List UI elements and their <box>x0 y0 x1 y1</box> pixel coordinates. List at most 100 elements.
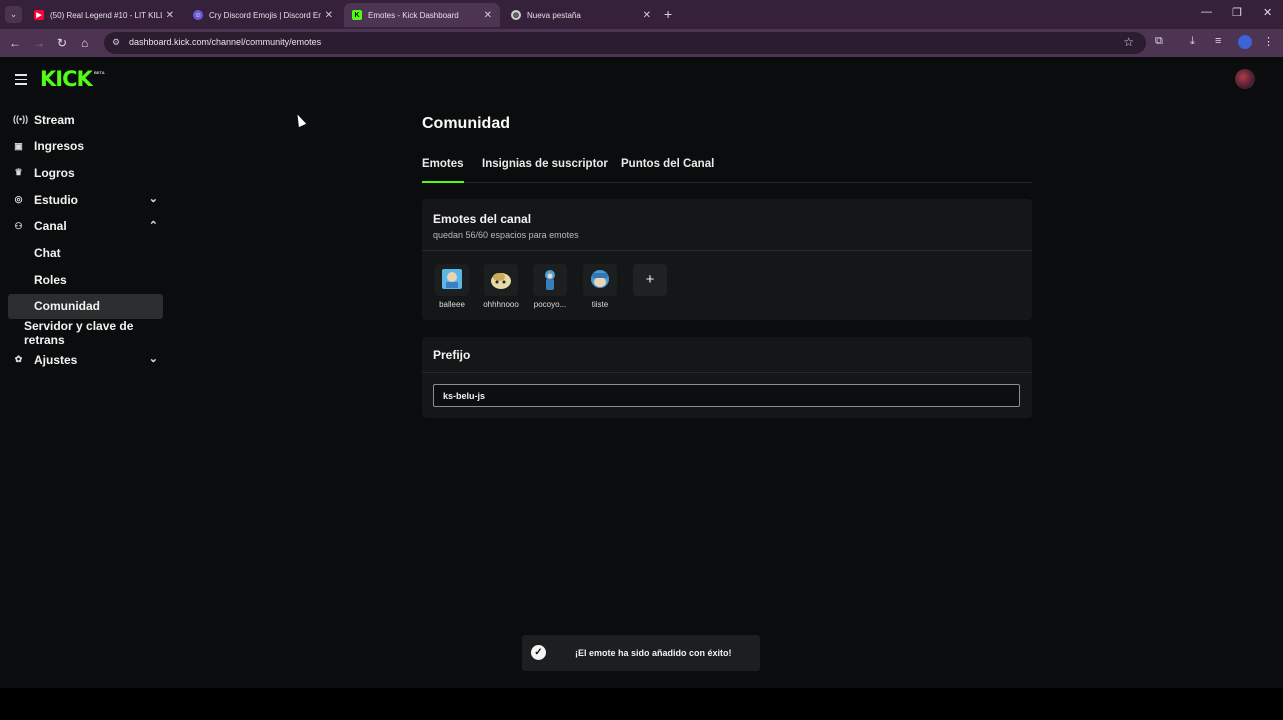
emote-image[interactable] <box>533 264 567 296</box>
user-avatar[interactable] <box>1235 69 1255 89</box>
media-icon[interactable]: ≡ <box>1215 35 1221 47</box>
discord-emoji-icon: ☺ <box>193 10 203 20</box>
sidebar-item-label: Comunidad <box>34 299 100 314</box>
add-emote-button[interactable]: + <box>633 264 667 296</box>
sidebar-item-ingresos[interactable]: ▣ Ingresos <box>8 134 163 159</box>
site-info-icon[interactable]: ⚙ <box>112 37 120 48</box>
emote-name: tiiste <box>591 300 609 309</box>
emote-name: balleee <box>439 300 465 309</box>
browser-toolbar: ← → ↻ ⌂ ⚙ dashboard.kick.com/channel/com… <box>0 29 1283 57</box>
chart-icon: ▣ <box>14 140 23 151</box>
tab-title: (50) Real Legend #10 - LIT KILL <box>50 10 162 20</box>
tab-title: Nueva pestaña <box>527 10 581 20</box>
sidebar-item-label: Estudio <box>34 192 78 207</box>
menu-dots-icon[interactable]: ⋮ <box>1263 35 1274 48</box>
tab-insignias[interactable]: Insignias de suscriptor <box>482 158 608 183</box>
success-toast: ✓ ¡El emote ha sido añadido con éxito! <box>522 635 760 671</box>
sidebar-item-comunidad[interactable]: Comunidad <box>8 293 163 319</box>
prefix-input[interactable] <box>433 384 1020 407</box>
emote-image[interactable] <box>435 264 469 296</box>
emote-item[interactable]: balleee <box>434 264 470 309</box>
emotes-card-header: Emotes del canal quedan 56/60 espacios p… <box>422 199 1032 251</box>
youtube-icon: ▶ <box>34 10 44 20</box>
browser-tab[interactable]: ☺ Cry Discord Emojis | Discord Em ✕ <box>185 3 341 27</box>
trophy-icon: ♛ <box>14 167 23 178</box>
sidebar-item-label: Ajustes <box>34 352 78 367</box>
emote-item[interactable]: ohhhnooo <box>483 264 519 309</box>
download-icon[interactable]: ⤓ <box>1190 35 1195 48</box>
back-icon[interactable]: ← <box>9 35 21 51</box>
address-bar[interactable]: ⚙ dashboard.kick.com/channel/community/e… <box>104 32 1146 54</box>
sidebar-item-label: Chat <box>34 245 61 260</box>
emotes-slots-remaining: quedan 56/60 espacios para emotes <box>433 230 579 240</box>
sidebar-item-label: Roles <box>34 272 67 287</box>
globe-icon: ◍ <box>511 10 521 20</box>
sidebar-item-label: Canal <box>34 219 67 234</box>
sidebar-item-label: Logros <box>34 165 75 180</box>
tab-search-icon[interactable]: ⌄ <box>5 6 22 23</box>
page-title: Comunidad <box>422 115 510 132</box>
channel-icon: ⚇ <box>14 220 23 231</box>
browser-tab-bar: ⌄ ▶ (50) Real Legend #10 - LIT KILL ✕ ☺ … <box>0 0 1283 29</box>
url-text[interactable]: dashboard.kick.com/channel/community/emo… <box>129 37 321 47</box>
kick-logo[interactable]: KICK <box>40 67 93 91</box>
prefix-card-title: Prefijo <box>433 348 471 362</box>
sidebar-item-label: Ingresos <box>34 139 85 154</box>
toast-message: ¡El emote ha sido añadido con éxito! <box>575 648 732 658</box>
sidebar-item-roles[interactable]: Roles <box>8 267 163 292</box>
emote-image[interactable] <box>583 264 617 296</box>
sidebar-item-estudio[interactable]: ◎ Estudio ⌄ <box>8 187 163 212</box>
reload-icon[interactable]: ↻ <box>57 35 67 51</box>
taskbar-strip <box>0 688 1283 720</box>
new-tab-button[interactable]: + <box>664 6 672 22</box>
chevron-down-icon[interactable]: ⌄ <box>149 352 158 365</box>
hamburger-menu-icon[interactable] <box>15 74 27 85</box>
tab-puntos[interactable]: Puntos del Canal <box>621 158 714 183</box>
emote-image[interactable] <box>484 264 518 296</box>
emote-item[interactable]: tiiste <box>582 264 618 309</box>
close-icon[interactable]: ✕ <box>325 10 333 21</box>
emote-name: pocoyo... <box>533 300 567 309</box>
mouse-cursor-icon <box>293 112 307 128</box>
browser-tab[interactable]: ▶ (50) Real Legend #10 - LIT KILL ✕ <box>26 3 182 27</box>
restore-icon[interactable]: ❐ <box>1232 6 1242 19</box>
close-icon[interactable]: ✕ <box>643 10 651 21</box>
close-icon[interactable]: ✕ <box>484 10 492 21</box>
studio-icon: ◎ <box>14 194 23 205</box>
page-tabs: Emotes Insignias de suscriptor Puntos de… <box>422 158 1032 183</box>
sidebar-item-servidor[interactable]: Servidor y clave de retrans <box>8 319 163 347</box>
browser-tab-active[interactable]: K Emotes - Kick Dashboard ✕ <box>344 3 500 27</box>
emote-item[interactable]: pocoyo... <box>532 264 568 309</box>
close-icon[interactable]: ✕ <box>166 10 174 21</box>
minimize-icon[interactable]: — <box>1201 6 1212 18</box>
prefix-card: Prefijo <box>422 337 1032 418</box>
forward-icon[interactable]: → <box>33 35 45 51</box>
sidebar-item-logros[interactable]: ♛ Logros <box>8 160 163 185</box>
browser-profile-avatar[interactable] <box>1238 35 1252 49</box>
kick-dashboard: KICK BETA ((•)) Stream ▣ Ingresos ♛ Logr… <box>0 57 1283 688</box>
check-circle-icon: ✓ <box>531 645 546 660</box>
tab-emotes[interactable]: Emotes <box>422 158 464 183</box>
tab-title: Cry Discord Emojis | Discord Em <box>209 10 321 20</box>
broadcast-icon: ((•)) <box>13 114 29 124</box>
emote-list: balleee ohhhnooo pocoyo... tiiste + <box>422 251 1032 321</box>
chevron-up-icon[interactable]: ⌃ <box>149 219 158 232</box>
kick-icon: K <box>352 10 362 20</box>
gear-icon: ✿ <box>14 354 23 365</box>
prefix-card-header: Prefijo <box>422 337 1032 373</box>
sidebar-item-chat[interactable]: Chat <box>8 240 163 265</box>
sidebar-item-stream[interactable]: ((•)) Stream <box>8 107 163 132</box>
bookmark-star-icon[interactable]: ☆ <box>1123 35 1134 49</box>
browser-tab[interactable]: ◍ Nueva pestaña ✕ <box>503 3 659 27</box>
home-icon[interactable]: ⌂ <box>81 35 88 51</box>
tab-title: Emotes - Kick Dashboard <box>368 10 459 20</box>
sidebar-item-canal[interactable]: ⚇ Canal ⌃ <box>8 214 163 239</box>
chevron-down-icon[interactable]: ⌄ <box>149 192 158 205</box>
sidebar: ((•)) Stream ▣ Ingresos ♛ Logros ◎ Estud… <box>8 107 163 374</box>
extensions-icon[interactable]: ⧉ <box>1155 35 1163 48</box>
sidebar-item-label: Stream <box>34 112 75 127</box>
emotes-card: Emotes del canal quedan 56/60 espacios p… <box>422 199 1032 320</box>
sidebar-item-label: Servidor y clave de retrans <box>24 319 134 347</box>
close-window-icon[interactable]: ✕ <box>1263 6 1272 19</box>
sidebar-item-ajustes[interactable]: ✿ Ajustes ⌄ <box>8 347 163 372</box>
